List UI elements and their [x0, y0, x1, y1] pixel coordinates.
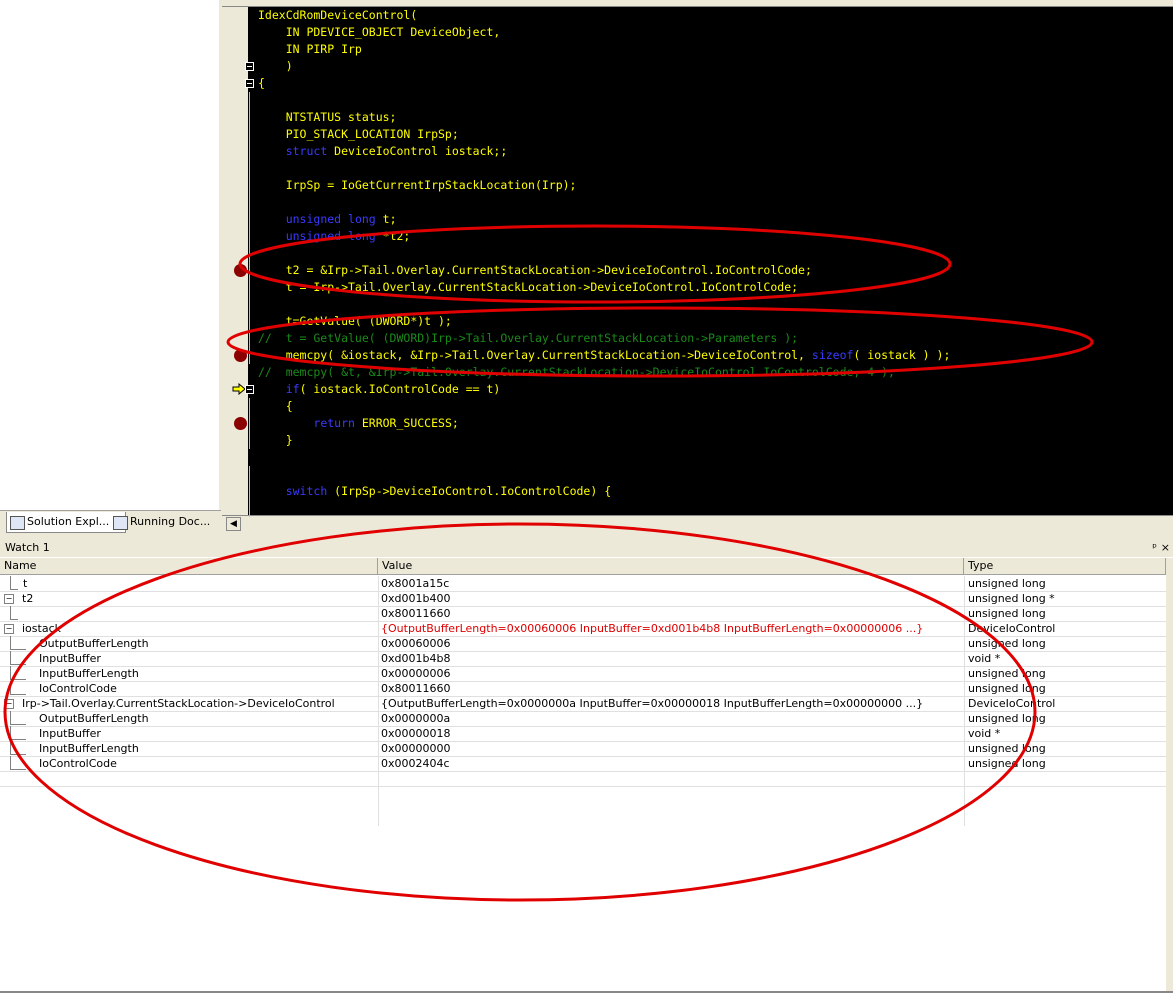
annotation-ellipse [3, 522, 1037, 902]
annotation-overlay [3, 224, 1094, 902]
annotation-ellipse [226, 306, 1094, 378]
annotation-ellipse [238, 224, 952, 304]
